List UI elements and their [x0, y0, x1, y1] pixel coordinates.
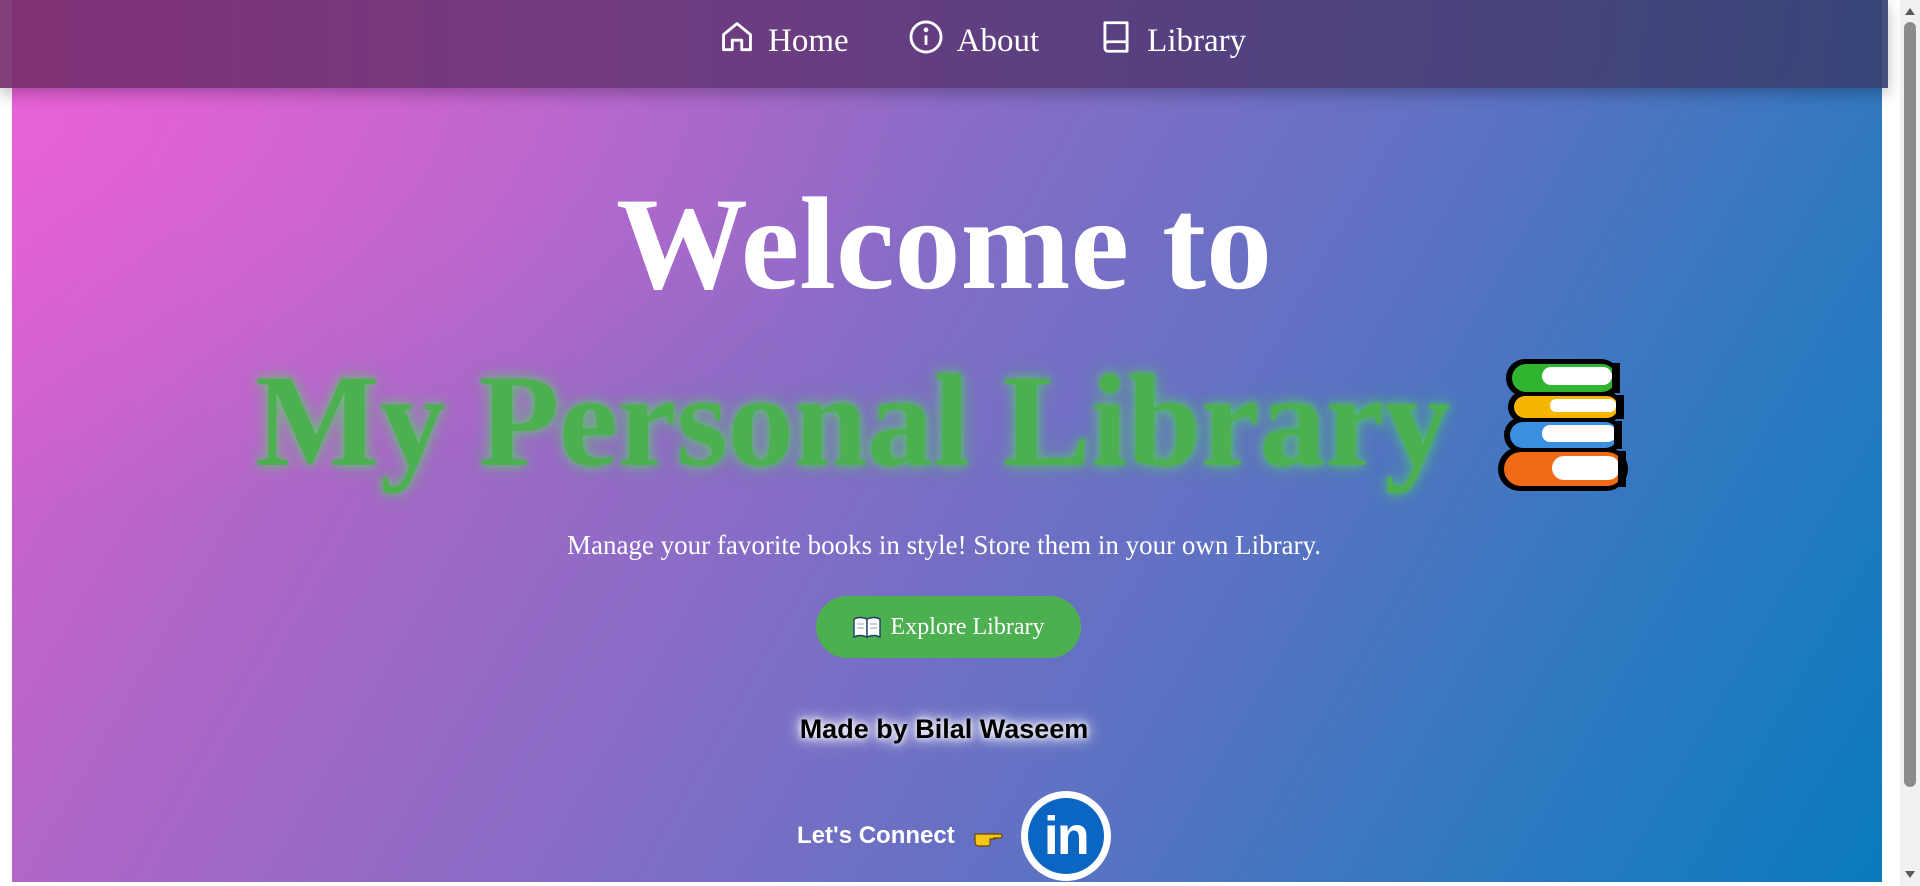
- explore-button-label: Explore Library: [890, 613, 1045, 640]
- bottom-edge: [12, 882, 1882, 886]
- nav-library-link[interactable]: Library: [1097, 18, 1246, 65]
- home-icon: [718, 18, 756, 65]
- scroll-up-arrow[interactable]: [1905, 8, 1915, 15]
- nav-links: Home About Library: [718, 18, 1246, 64]
- vertical-scrollbar[interactable]: [1900, 0, 1920, 886]
- book-icon: [1097, 18, 1135, 65]
- scroll-down-arrow[interactable]: [1905, 871, 1915, 878]
- open-book-icon: [852, 616, 881, 638]
- pointing-hand-icon: [974, 833, 1003, 847]
- linkedin-icon: in: [1027, 798, 1104, 874]
- top-navbar: Home About Library: [0, 0, 1888, 88]
- info-icon: [907, 18, 945, 65]
- connect-row: Let's Connect in: [797, 790, 1111, 882]
- connect-label: Let's Connect: [797, 822, 955, 849]
- linkedin-button[interactable]: in: [1020, 791, 1111, 881]
- nav-about-label: About: [956, 22, 1040, 59]
- nav-about-link[interactable]: About: [907, 18, 1040, 65]
- books-stack-icon: [1498, 359, 1628, 491]
- nav-library-label: Library: [1147, 22, 1247, 59]
- scroll-thumb[interactable]: [1904, 22, 1916, 787]
- tagline: Manage your favorite books in style! Sto…: [566, 530, 1322, 560]
- author-credit: Made by Bilal Waseem: [799, 714, 1089, 744]
- nav-home-label: Home: [768, 22, 849, 59]
- library-title: My Personal Library: [255, 347, 1451, 494]
- welcome-heading: Welcome to: [615, 170, 1273, 317]
- explore-library-button[interactable]: Explore Library: [816, 596, 1081, 658]
- nav-home-link[interactable]: Home: [718, 18, 849, 65]
